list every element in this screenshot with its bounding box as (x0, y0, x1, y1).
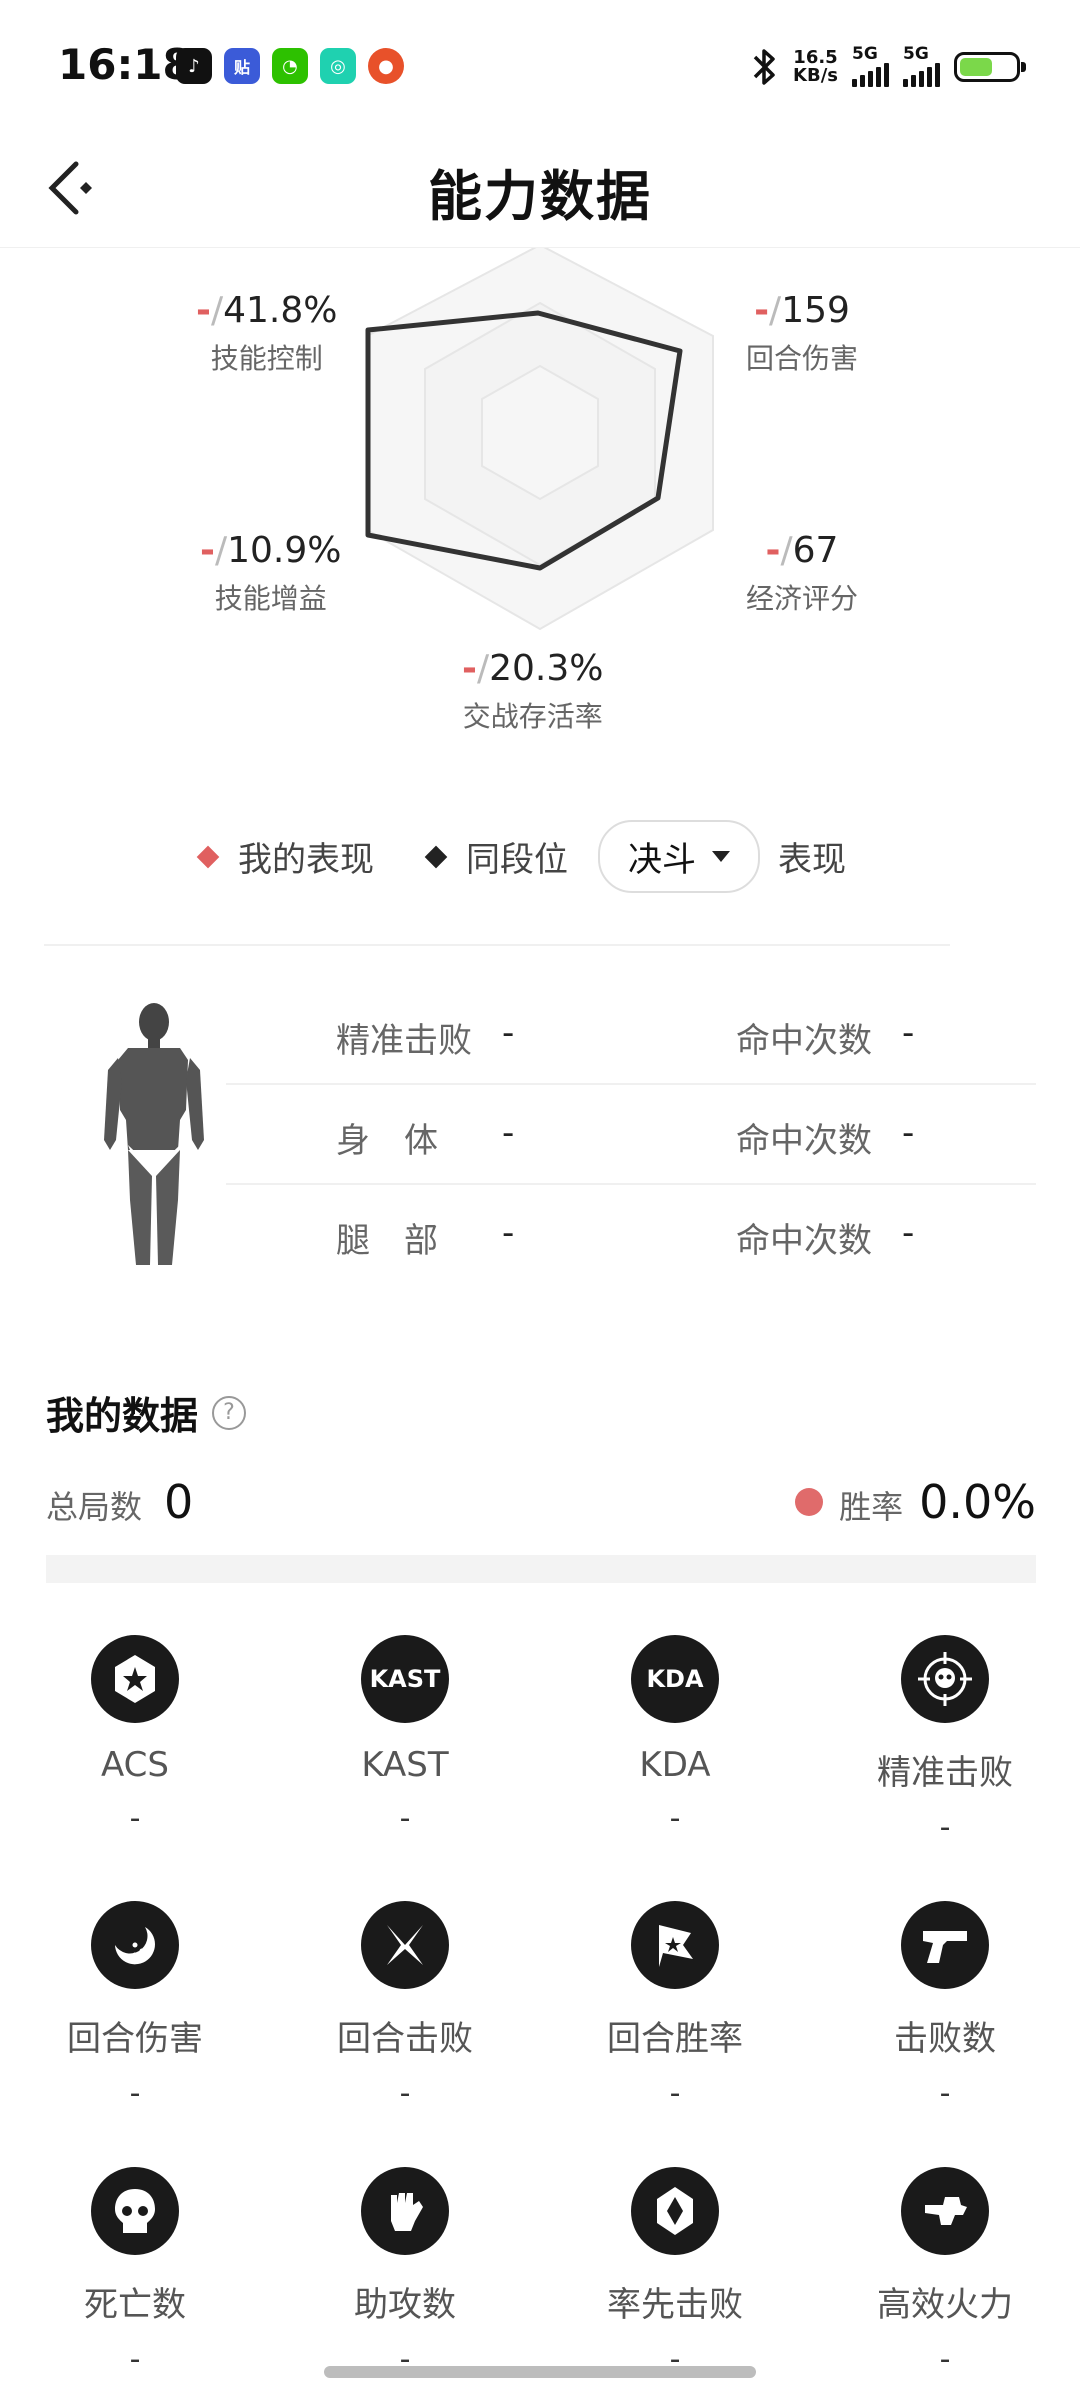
stat-deaths[interactable]: 死亡数 - (0, 2167, 270, 2395)
clock: 16:18 (58, 40, 192, 89)
crosshair-skull-icon (901, 1635, 989, 1723)
wechat-icon: ◔ (272, 48, 308, 84)
ability-radar: -/41.8% 技能控制 -/159 回合伤害 -/10.9% 技能增益 -/6… (0, 248, 1080, 748)
stat-firepower[interactable]: 高效火力 - (810, 2167, 1080, 2395)
stat-skill-gain: -/10.9% 技能增益 (200, 530, 342, 615)
skull-icon (91, 2167, 179, 2255)
home-indicator[interactable] (324, 2366, 756, 2378)
stats-grid: ACS - KAST KAST - KDA KDA - 精准击败 - 回合伤害 … (0, 1635, 1080, 2395)
fist-icon (361, 2167, 449, 2255)
bluetooth-icon (753, 48, 775, 85)
crossed-blades-icon (361, 1901, 449, 1989)
status-bar: 16:18 ♪ 贴 ◔ ◎ ● 16.5 KB/s 5G 5G (0, 0, 1080, 130)
music-icon: ♪ (176, 48, 212, 84)
stat-round-damage: -/159 回合伤害 (746, 290, 859, 375)
pistol-icon (901, 1901, 989, 1989)
chevron-down-icon (712, 851, 730, 862)
flag-icon (631, 1901, 719, 1989)
stat-round-winrate[interactable]: 回合胜率 - (540, 1901, 810, 2129)
stat-kda[interactable]: KDA KDA - (540, 1635, 810, 1863)
app-header: 能力数据 (0, 130, 1080, 248)
divider (44, 944, 950, 946)
separator-bar (46, 1555, 1036, 1583)
hit-row-legs: 腿 部 - 命中次数 - (336, 1213, 915, 1261)
stat-kast[interactable]: KAST KAST - (270, 1635, 540, 1863)
red-diamond-icon (196, 845, 220, 868)
stat-precise-kills[interactable]: 精准击败 - (810, 1635, 1080, 1863)
mode-select-value: 决斗 (628, 840, 696, 880)
stat-first-kills[interactable]: 率先击败 - (540, 2167, 810, 2395)
stat-assists[interactable]: 助攻数 - (270, 2167, 540, 2395)
legend-mine: 我的表现 (196, 832, 374, 881)
sim1-signal: 5G (852, 46, 889, 87)
notification-icons: ♪ 贴 ◔ ◎ ● (176, 48, 404, 84)
stat-skill-control: -/41.8% 技能控制 (196, 290, 338, 375)
help-icon[interactable]: ? (212, 1395, 247, 1430)
winrate-dot-icon (795, 1488, 824, 1516)
stat-kills[interactable]: 击败数 - (810, 1901, 1080, 2129)
legend-peer: 同段位 (424, 832, 568, 881)
total-games-label: 总局数 (46, 1488, 143, 1526)
hit-row-body: 身 体 - 命中次数 - (226, 1085, 1036, 1185)
stat-economy: -/67 经济评分 (746, 530, 859, 615)
tieba-icon: 贴 (224, 48, 260, 84)
sim2-signal: 5G (903, 46, 940, 87)
summary-row: 总局数 0 胜率 0.0% (46, 1475, 1036, 1535)
stat-acs[interactable]: ACS - (0, 1635, 270, 1863)
black-diamond-icon (424, 845, 448, 868)
hit-row-head: 精准击败 - 命中次数 - (226, 985, 1036, 1085)
hit-stats: 精准击败 - 命中次数 - 身 体 - 命中次数 - 腿 部 - 命中次数 - (226, 985, 1036, 1285)
net-speed: 16.5 KB/s (793, 46, 838, 86)
legend-suffix: 表现 (778, 840, 846, 880)
stat-round-kills[interactable]: 回合击败 - (270, 1901, 540, 2129)
my-data-title: 我的数据 ? (46, 1385, 247, 1440)
crescent-icon (91, 1901, 179, 1989)
body-figure-icon (104, 1003, 204, 1265)
first-blood-icon (631, 2167, 719, 2255)
camera-app-icon: ◎ (320, 48, 356, 84)
battery-icon (954, 51, 1026, 82)
mode-select[interactable]: 决斗 (598, 820, 760, 893)
kast-icon: KAST (361, 1635, 449, 1723)
page-title: 能力数据 (428, 165, 652, 228)
firepower-icon (901, 2167, 989, 2255)
kda-icon: KDA (631, 1635, 719, 1723)
radar-legend: 我的表现 同段位 决斗 表现 (196, 820, 846, 893)
winrate-label: 胜率 (839, 1488, 904, 1526)
total-games-value: 0 (164, 1475, 194, 1529)
star-badge-icon (91, 1635, 179, 1723)
stat-survival: -/20.3% 交战存活率 (462, 648, 604, 733)
stat-round-damage[interactable]: 回合伤害 - (0, 1901, 270, 2129)
winrate-value: 0.0% (919, 1475, 1036, 1529)
weibo-icon: ● (368, 48, 404, 84)
